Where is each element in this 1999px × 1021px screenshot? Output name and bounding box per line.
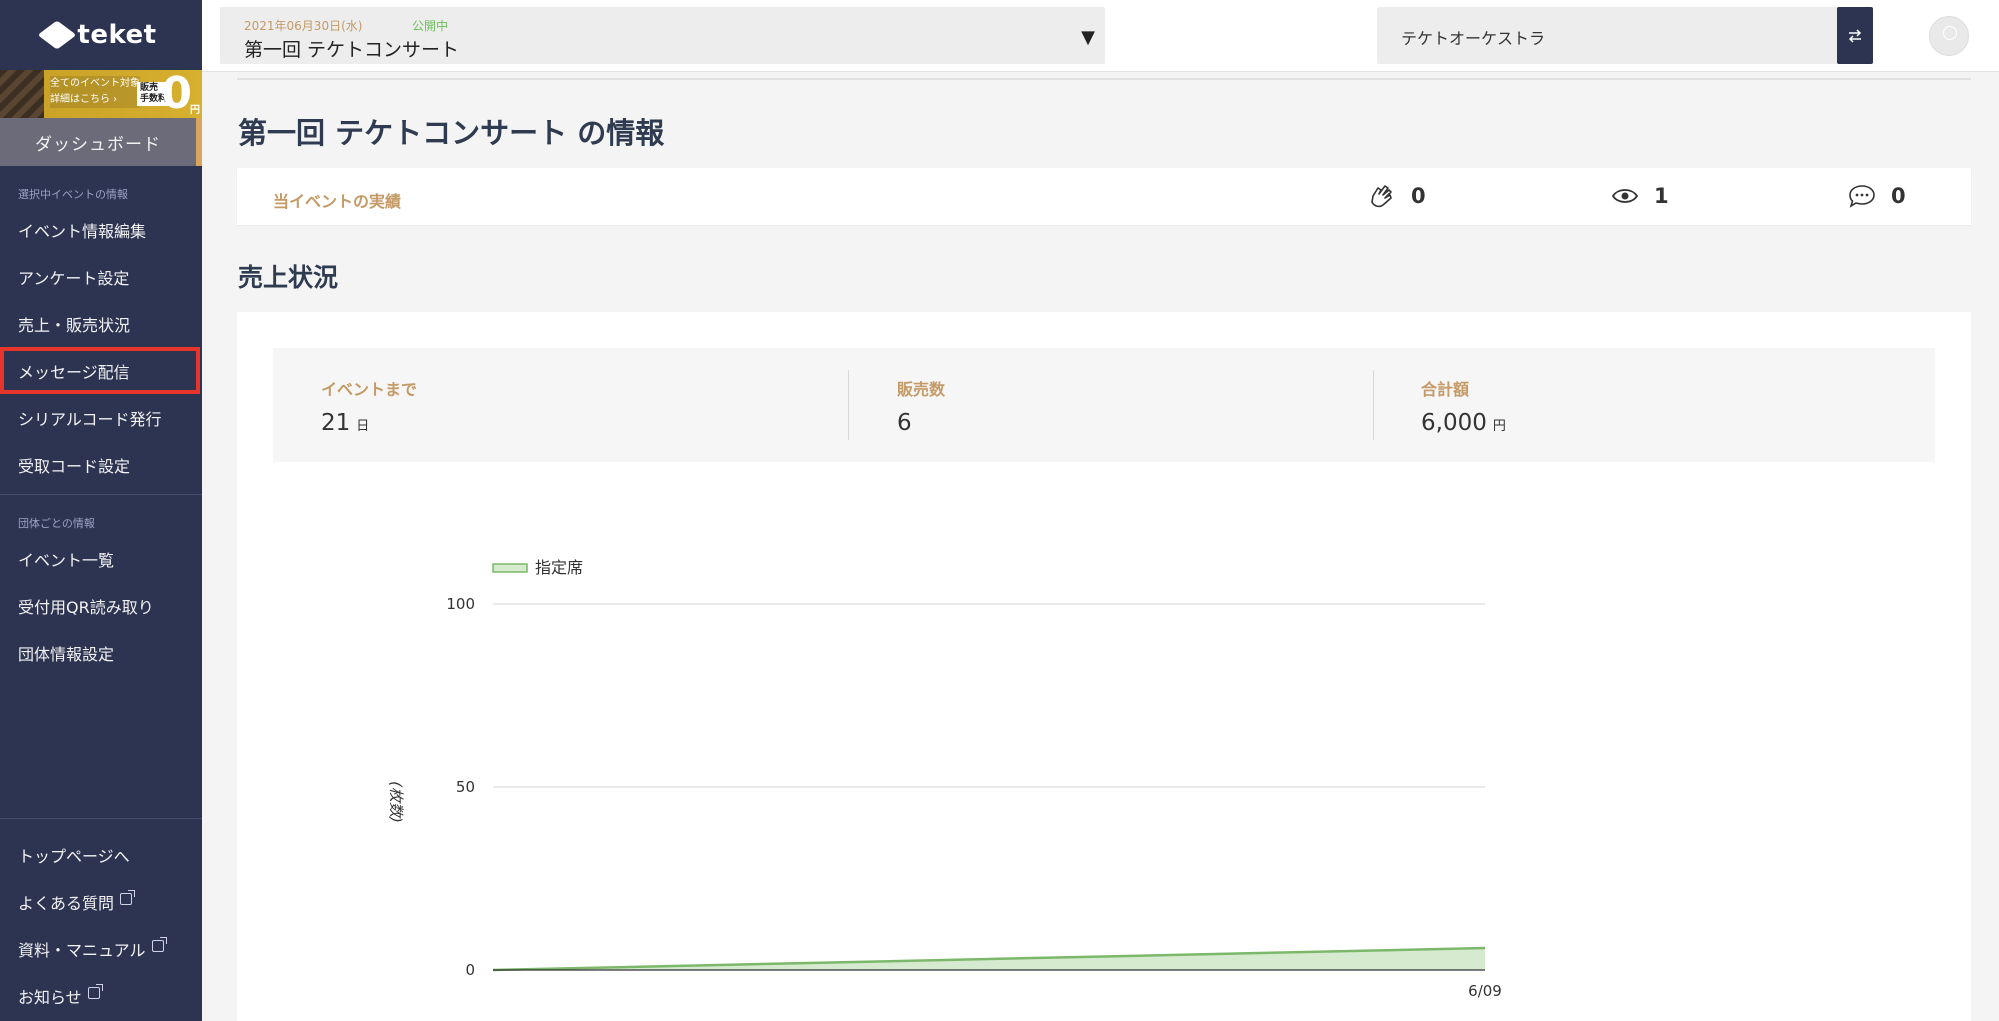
top-page-label: トップページへ	[18, 846, 130, 866]
page-title: 第一回 テケトコンサート の情報	[238, 116, 665, 150]
sidebar-item-event-list[interactable]: イベント一覧	[0, 535, 202, 582]
event-date: 2021年06月30日(水)	[244, 19, 363, 33]
tickets-sold: 販売数 6	[897, 376, 945, 436]
total-unit: 円	[1492, 419, 1506, 434]
sidebar-item-survey[interactable]: アンケート設定	[0, 253, 202, 300]
y-axis-label: (枚数)	[387, 781, 405, 823]
sidebar-item-event-edit[interactable]: イベント情報編集	[0, 206, 202, 253]
sidebar-bottom: トップページへ よくある質問 資料・マニュアル お知らせ	[0, 818, 202, 1021]
dashboard-button[interactable]: ダッシュボード	[0, 118, 202, 166]
banner-zero: 0	[161, 70, 192, 118]
event-select[interactable]: 2021年06月30日(水) 公開中 第一回 テケトコンサート ▼	[220, 7, 1105, 64]
logo-text: teket	[77, 20, 157, 50]
days-unit: 日	[356, 419, 370, 434]
sold-label: 販売数	[897, 380, 946, 399]
summary-divider	[848, 370, 849, 440]
sidebar-item-sales[interactable]: 売上・販売状況	[0, 300, 202, 347]
event-name: 第一回 テケトコンサート	[244, 39, 460, 61]
claps-stat: 0	[1367, 182, 1426, 210]
external-link-icon	[151, 936, 167, 952]
swap-arrows-icon	[1848, 28, 1862, 43]
sidebar-item-serial-code[interactable]: シリアルコード発行	[0, 394, 202, 441]
sidebar-item-qr-reader[interactable]: 受付用QR読み取り	[0, 582, 202, 629]
sidebar-item-news[interactable]: お知らせ	[0, 972, 202, 1019]
section-title-organization: 団体ごとの情報	[18, 517, 95, 530]
days-value: 21	[321, 410, 351, 436]
switch-organization-button[interactable]	[1837, 7, 1873, 64]
sidebar: teket 全てのイベント対象 詳細はこちら › 販売 手数料 0 円 ダッシュ…	[0, 0, 202, 1021]
y-tick-label: 50	[456, 778, 475, 796]
views-stat: 1	[1610, 182, 1669, 210]
sales-chart: 指定席 0 50 100 (枚数) 6/09	[387, 558, 1502, 1000]
organization-section: 団体ごとの情報 イベント一覧 受付用QR読み取り 団体情報設定	[0, 495, 202, 676]
chart-grid	[493, 603, 1485, 788]
results-label: 当イベントの実績	[273, 192, 402, 211]
sales-section-title: 売上状況	[238, 263, 339, 292]
banner-line1: 全てのイベント対象	[50, 76, 140, 92]
sidebar-item-faq[interactable]: よくある質問	[0, 878, 202, 925]
teket-logo-icon	[38, 20, 77, 50]
section-title-selected-event: 選択中イベントの情報	[18, 188, 128, 201]
caret-down-icon: ▼	[1081, 27, 1095, 48]
legend-swatch	[492, 563, 528, 573]
y-tick-label: 0	[465, 961, 475, 979]
sold-value: 6	[897, 410, 912, 436]
external-link-icon	[87, 983, 103, 999]
comment-icon	[1847, 182, 1877, 210]
organization-name: テケトオーケストラ	[1401, 29, 1546, 48]
comments-stat: 0	[1847, 182, 1906, 210]
sidebar-item-manual[interactable]: 資料・マニュアル	[0, 925, 202, 972]
summary-divider	[1373, 370, 1374, 440]
total-label: 合計額	[1421, 380, 1470, 399]
banner-line2: 詳細はこちら ›	[50, 92, 140, 108]
faq-label: よくある質問	[18, 893, 115, 913]
banner-photo	[0, 70, 44, 118]
clap-icon	[1367, 182, 1397, 210]
sidebar-item-top-page[interactable]: トップページへ	[0, 831, 202, 878]
selected-event-section: 選択中イベントの情報 イベント情報編集 アンケート設定 売上・販売状況 メッセー…	[0, 166, 202, 495]
sidebar-item-receive-code[interactable]: 受取コード設定	[0, 441, 202, 488]
days-until-event: イベントまで 21 日	[321, 376, 417, 436]
manual-label: 資料・マニュアル	[18, 940, 146, 960]
event-status-badge: 公開中	[412, 19, 449, 33]
days-label: イベントまで	[321, 380, 418, 399]
sidebar-item-message[interactable]: メッセージ配信	[0, 347, 200, 394]
divider	[237, 78, 1971, 80]
user-avatar[interactable]	[1929, 16, 1969, 56]
banner-yen: 円	[190, 105, 200, 116]
x-tick-label: 6/09	[1468, 982, 1502, 1000]
chart-y-ticks: 0 50 100	[446, 595, 475, 979]
topbar: 2021年06月30日(水) 公開中 第一回 テケトコンサート ▼ テケトオーケ…	[202, 0, 1999, 72]
total-value: 6,000	[1421, 410, 1487, 436]
banner-text: 全てのイベント対象 詳細はこちら ›	[50, 76, 140, 108]
sales-summary: イベントまで 21 日 販売数 6 合計額 6,000 円	[273, 348, 1935, 462]
organization-select[interactable]: テケトオーケストラ	[1377, 7, 1873, 64]
eye-icon	[1610, 182, 1640, 210]
event-results-card: 当イベントの実績 0 1 0	[237, 168, 1971, 225]
chart-legend: 指定席	[492, 558, 583, 577]
main-content: 第一回 テケトコンサート の情報 当イベントの実績 0 1 0 売上状況 イベン…	[202, 72, 1999, 1021]
comments-count: 0	[1891, 184, 1906, 208]
total-amount: 合計額 6,000 円	[1421, 376, 1506, 436]
promo-banner[interactable]: 全てのイベント対象 詳細はこちら › 販売 手数料 0 円	[0, 70, 202, 118]
claps-count: 0	[1411, 184, 1426, 208]
logo[interactable]: teket	[0, 0, 202, 70]
views-count: 1	[1654, 184, 1669, 208]
external-link-icon	[120, 889, 136, 905]
sidebar-item-org-settings[interactable]: 団体情報設定	[0, 629, 202, 676]
sales-card: イベントまで 21 日 販売数 6 合計額 6,000 円 指定席 0 50 100 (…	[237, 312, 1971, 1021]
y-tick-label: 100	[446, 595, 475, 613]
legend-label: 指定席	[535, 558, 583, 577]
news-label: お知らせ	[18, 987, 82, 1007]
